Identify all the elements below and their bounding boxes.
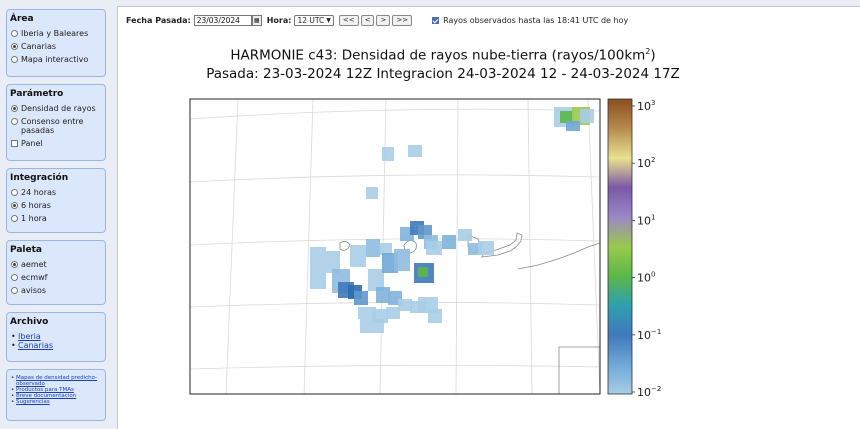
parametro-panel: Parámetro Densidad de rayos Consenso ent…	[6, 84, 106, 161]
radio-icon[interactable]	[11, 30, 18, 37]
paleta-panel: Paleta aemet ecmwf avisos	[6, 240, 106, 305]
density-cell	[366, 187, 378, 199]
sidebar: Área Iberia y Baleares Canarias Mapa int…	[6, 6, 106, 429]
radio-icon[interactable]	[11, 189, 18, 196]
archivo-title: Archivo	[10, 317, 49, 327]
colorbar-tick-label: 100	[637, 271, 655, 285]
radio-icon[interactable]	[11, 56, 18, 63]
density-cell	[478, 241, 494, 255]
density-cell	[580, 109, 594, 123]
density-cell	[408, 145, 422, 157]
area-option-iberia[interactable]: Iberia y Baleares	[10, 29, 102, 38]
radio-icon[interactable]	[11, 215, 18, 222]
density-cell	[442, 235, 456, 249]
parametro-option-consenso[interactable]: Consenso entre pasadas	[10, 117, 102, 135]
archivo-panel: Archivo Iberia Canarias	[6, 312, 106, 362]
parametro-title: Parámetro	[10, 89, 64, 99]
links-panel: Mapas de densidad predicho-observado Pro…	[6, 369, 106, 421]
density-cell	[386, 307, 400, 319]
extra-links: Mapas de densidad predicho-observado Pro…	[10, 375, 102, 405]
density-cell	[394, 249, 410, 271]
density-cell	[310, 247, 326, 289]
colorbar-tick-label: 10−1	[637, 328, 661, 342]
radio-icon[interactable]	[11, 118, 18, 125]
checkbox-icon[interactable]	[11, 140, 18, 147]
density-cell	[428, 309, 442, 323]
density-cell	[360, 319, 384, 333]
parametro-option-densidad[interactable]: Densidad de rayos	[10, 104, 102, 113]
colorbar-tick-label: 103	[637, 99, 655, 113]
archivo-link-iberia[interactable]: Iberia	[11, 332, 102, 341]
radio-icon[interactable]	[11, 287, 18, 294]
paleta-option-aemet[interactable]: aemet	[10, 260, 102, 269]
colorbar-tick-label: 10−2	[637, 385, 661, 399]
radio-selected-icon[interactable]	[11, 202, 18, 209]
density-cell	[376, 287, 390, 303]
paleta-option-ecmwf[interactable]: ecmwf	[10, 273, 102, 282]
density-map: 103 102 101 100 10−1 10−2	[189, 98, 661, 399]
archivo-link-canarias[interactable]: Canarias	[11, 341, 102, 350]
area-panel: Área Iberia y Baleares Canarias Mapa int…	[6, 9, 106, 77]
archivo-links: Iberia Canarias	[10, 332, 102, 350]
area-option-mapa[interactable]: Mapa interactivo	[10, 55, 102, 64]
colorbar-ticks: 103 102 101 100 10−1 10−2	[632, 99, 661, 399]
density-cell	[418, 267, 428, 277]
map-frame	[190, 99, 600, 394]
radio-selected-icon[interactable]	[11, 105, 18, 112]
density-cell	[366, 239, 380, 257]
density-cell	[382, 147, 394, 161]
density-cell	[566, 121, 580, 131]
area-option-canarias[interactable]: Canarias	[10, 42, 102, 51]
density-cell	[398, 299, 412, 311]
density-cell	[354, 291, 368, 305]
paleta-title: Paleta	[10, 245, 42, 255]
integracion-option-1h[interactable]: 1 hora	[10, 214, 102, 223]
integracion-title: Integración	[10, 173, 69, 183]
paleta-option-avisos[interactable]: avisos	[10, 286, 102, 295]
integracion-option-24h[interactable]: 24 horas	[10, 188, 102, 197]
link-sugerencias[interactable]: Sugerencias	[11, 399, 102, 405]
link-mapas-densidad[interactable]: Mapas de densidad predicho-observado	[11, 375, 102, 387]
density-cell	[458, 229, 472, 241]
integracion-panel: Integración 24 horas 6 horas 1 hora	[6, 168, 106, 233]
radio-icon[interactable]	[11, 274, 18, 281]
radio-selected-icon[interactable]	[11, 261, 18, 268]
colorbar-tick-label: 102	[637, 156, 655, 170]
main-content: Fecha Pasada: 23/03/2024 ▦ Hora: 12 UTC ▼…	[117, 6, 860, 429]
density-cell	[426, 241, 442, 255]
colorbar	[607, 98, 633, 395]
radio-selected-icon[interactable]	[11, 43, 18, 50]
colorbar-tick-label: 101	[637, 213, 655, 227]
integracion-option-6h[interactable]: 6 horas	[10, 201, 102, 210]
area-title: Área	[10, 14, 34, 24]
panel-checkbox[interactable]: Panel	[10, 139, 102, 148]
density-cell	[350, 245, 366, 267]
